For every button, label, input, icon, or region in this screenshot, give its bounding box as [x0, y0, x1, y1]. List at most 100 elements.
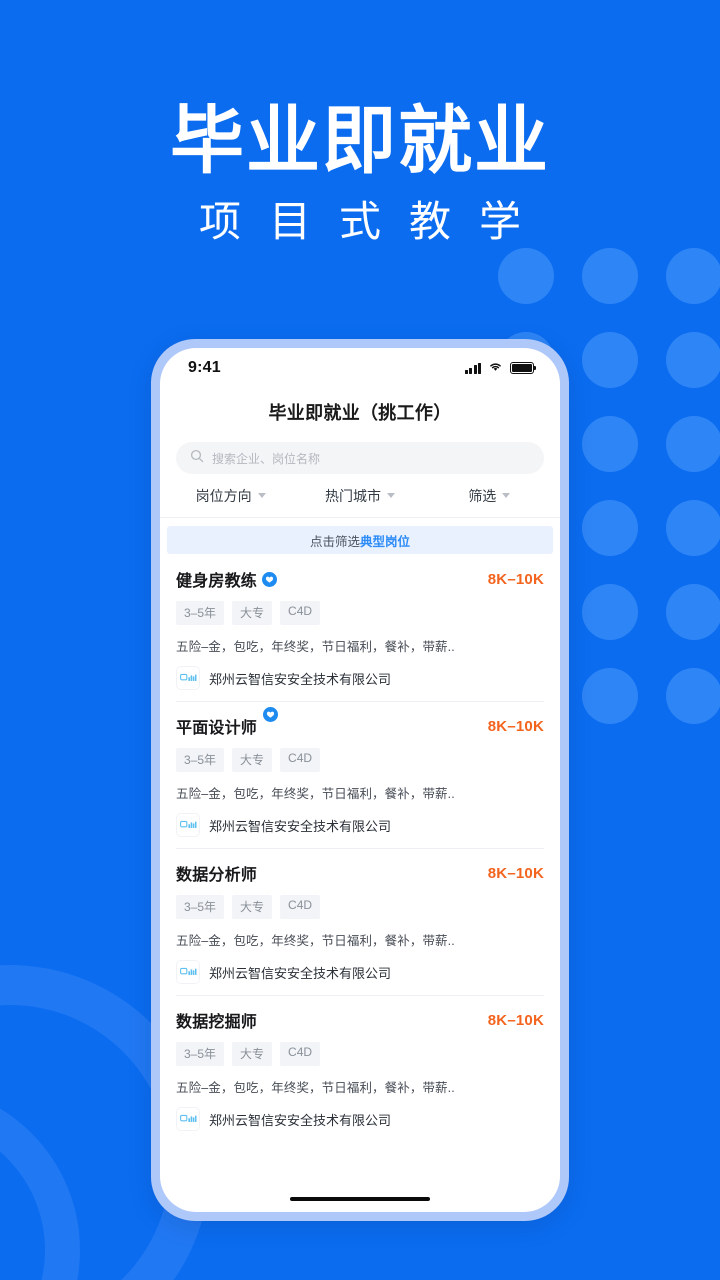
home-indicator-area — [160, 1186, 560, 1212]
job-title-row: 数据挖掘师 — [176, 1008, 257, 1032]
wifi-icon — [488, 359, 503, 377]
job-tags: 3–5年 大专 C4D — [176, 748, 544, 772]
decorative-dot — [666, 248, 720, 304]
battery-icon — [510, 362, 536, 374]
job-salary: 8K–10K — [487, 864, 544, 882]
job-company[interactable]: 郑州云智信安安全技术有限公司 — [176, 666, 544, 690]
job-salary: 8K–10K — [487, 570, 544, 588]
decorative-dot — [666, 668, 720, 724]
page-title: 毕业即就业（挑工作） — [268, 403, 452, 423]
job-tag: 3–5年 — [176, 1042, 225, 1066]
hero-title: 毕业即就业 — [170, 99, 550, 182]
chevron-down-icon — [257, 493, 266, 498]
job-card-header: 平面设计师 8K–10K — [176, 706, 544, 738]
job-benefits: 五险–金，包吃，年终奖，节日福利，餐补，带薪.. — [176, 640, 455, 654]
job-tag: C4D — [280, 895, 321, 919]
chevron-down-icon — [502, 493, 511, 498]
job-tag: 大专 — [232, 895, 273, 919]
job-tags: 3–5年 大专 C4D — [176, 601, 544, 625]
job-company-name: 郑州云智信安安全技术有限公司 — [209, 671, 392, 687]
filter-label: 热门城市 — [324, 487, 381, 504]
job-tag: 3–5年 — [176, 748, 225, 772]
job-title: 平面设计师 — [176, 720, 258, 737]
company-logo-icon — [176, 813, 200, 837]
search-placeholder: 搜索企业、岗位名称 — [212, 451, 321, 466]
job-title-row: 平面设计师 — [176, 706, 279, 738]
company-logo-icon — [176, 1107, 200, 1131]
hero-section: 毕业即就业 项目式教学 — [0, 0, 720, 248]
job-benefits: 五险–金，包吃，年终奖，节日福利，餐补，带薪.. — [176, 787, 455, 801]
filter-3[interactable]: 筛选 — [425, 486, 554, 506]
job-company-name: 郑州云智信安安全技术有限公司 — [209, 1112, 392, 1128]
verified-heart-badge-icon — [263, 706, 279, 722]
search-icon — [190, 449, 204, 468]
job-company[interactable]: 郑州云智信安安全技术有限公司 — [176, 960, 544, 984]
job-card-header: 数据挖掘师 8K–10K — [176, 1008, 544, 1032]
promo-highlight: 典型岗位 — [360, 534, 411, 549]
job-benefits: 五险–金，包吃，年终奖，节日福利，餐补，带薪.. — [176, 1081, 455, 1095]
chevron-down-icon — [386, 493, 395, 498]
decorative-dot — [666, 500, 720, 556]
phone-mockup: 9:41 毕业即就业（挑工作） 搜索企业、岗位名称 岗位方向 热门城市 筛选 点… — [151, 339, 569, 1221]
decorative-dot — [498, 248, 554, 304]
promo-banner[interactable]: 点击筛选 典型岗位 — [167, 526, 553, 554]
job-tag: 大专 — [232, 1042, 273, 1066]
promo-section: 点击筛选 典型岗位 — [160, 518, 560, 554]
signal-bars-icon — [464, 362, 481, 374]
promo-prefix: 点击筛选 — [309, 534, 360, 549]
phone-screen: 9:41 毕业即就业（挑工作） 搜索企业、岗位名称 岗位方向 热门城市 筛选 点… — [160, 348, 560, 1212]
job-tags: 3–5年 大专 C4D — [176, 895, 544, 919]
job-tag: C4D — [280, 748, 321, 772]
filter-1[interactable]: 岗位方向 — [166, 486, 295, 506]
job-tag: C4D — [280, 601, 321, 625]
verified-heart-badge-icon — [262, 571, 278, 587]
decorative-dot — [666, 584, 720, 640]
job-tag: 3–5年 — [176, 601, 225, 625]
job-card-header: 健身房教练 8K–10K — [176, 567, 544, 591]
status-bar-icons — [464, 359, 536, 377]
company-logo-icon — [176, 960, 200, 984]
job-title: 数据挖掘师 — [176, 1014, 258, 1031]
job-title-row: 健身房教练 — [176, 567, 278, 591]
decorative-dot — [666, 332, 720, 388]
decorative-dot — [582, 248, 638, 304]
job-benefits: 五险–金，包吃，年终奖，节日福利，餐补，带薪.. — [176, 934, 455, 948]
home-indicator-bar[interactable] — [290, 1196, 430, 1202]
decorative-dot — [582, 584, 638, 640]
company-logo-icon — [176, 666, 200, 690]
job-card[interactable]: 平面设计师 8K–10K 3–5年 大专 C4D 五险–金，包吃，年终奖，节日福利，餐补，… — [160, 701, 560, 848]
filter-label: 岗位方向 — [195, 487, 252, 504]
job-card-header: 数据分析师 8K–10K — [176, 861, 544, 885]
decorative-dot — [582, 416, 638, 472]
filter-label: 筛选 — [468, 487, 497, 504]
filter-2[interactable]: 热门城市 — [295, 486, 424, 506]
job-card[interactable]: 健身房教练 8K–10K 3–5年 大专 C4D 五险–金，包吃，年终奖，节日福利，餐补，… — [160, 554, 560, 701]
job-card[interactable]: 数据挖掘师 8K–10K 3–5年 大专 C4D 五险–金，包吃，年终奖，节日福利，餐补，… — [160, 995, 560, 1142]
job-title: 数据分析师 — [176, 867, 258, 884]
job-salary: 8K–10K — [487, 1011, 544, 1029]
job-salary: 8K–10K — [487, 717, 544, 735]
filter-bar: 岗位方向 热门城市 筛选 — [160, 474, 560, 518]
job-company[interactable]: 郑州云智信安安全技术有限公司 — [176, 813, 544, 837]
job-title-row: 数据分析师 — [176, 861, 257, 885]
decorative-dot — [582, 500, 638, 556]
job-title: 健身房教练 — [176, 573, 258, 590]
status-bar: 9:41 — [160, 348, 560, 388]
job-tags: 3–5年 大专 C4D — [176, 1042, 544, 1066]
search-section: 搜索企业、岗位名称 — [160, 436, 560, 474]
job-list[interactable]: 健身房教练 8K–10K 3–5年 大专 C4D 五险–金，包吃，年终奖，节日福利，餐补，… — [160, 554, 560, 1186]
job-company-name: 郑州云智信安安全技术有限公司 — [209, 818, 392, 834]
hero-subtitle: 项目式教学 — [198, 198, 549, 245]
job-company-name: 郑州云智信安安全技术有限公司 — [209, 965, 392, 981]
job-tag: 大专 — [232, 748, 273, 772]
status-bar-time: 9:41 — [188, 359, 221, 376]
job-company[interactable]: 郑州云智信安安全技术有限公司 — [176, 1107, 544, 1131]
job-tag: 3–5年 — [176, 895, 225, 919]
decorative-dot — [666, 416, 720, 472]
search-input[interactable]: 搜索企业、岗位名称 — [176, 442, 544, 474]
job-tag: C4D — [280, 1042, 321, 1066]
decorative-dot — [582, 668, 638, 724]
decorative-dot — [582, 332, 638, 388]
job-card[interactable]: 数据分析师 8K–10K 3–5年 大专 C4D 五险–金，包吃，年终奖，节日福利，餐补，… — [160, 848, 560, 995]
job-tag: 大专 — [232, 601, 273, 625]
